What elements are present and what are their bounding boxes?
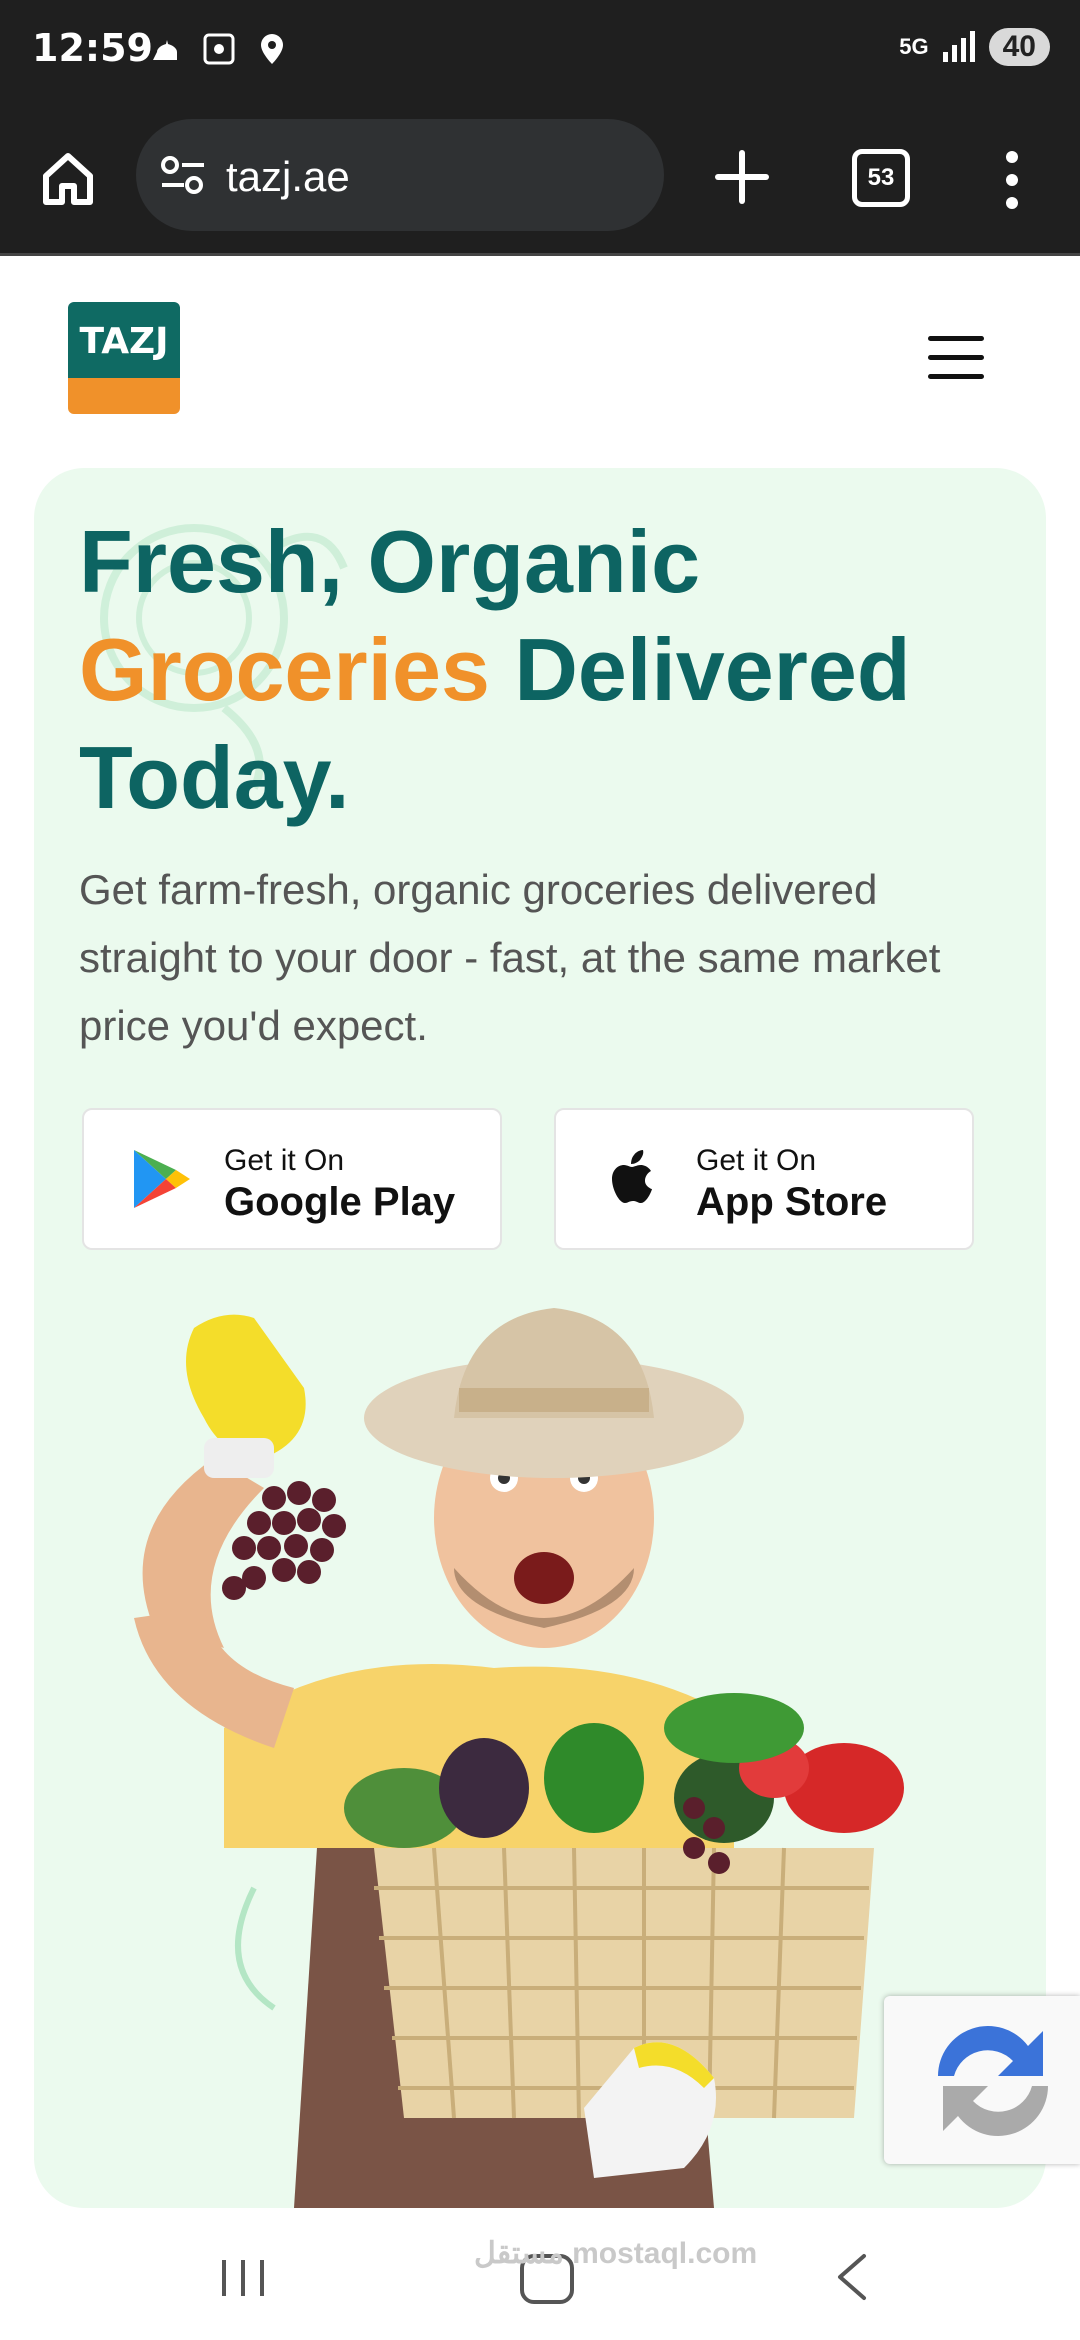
browser-toolbar: tazj.ae 53 xyxy=(0,105,1080,255)
google-play-button[interactable]: Get it On Google Play xyxy=(82,1108,502,1250)
url-text: tazj.ae xyxy=(226,153,350,200)
tab-count: 53 xyxy=(867,164,895,191)
site-header: TAZJ xyxy=(0,256,1080,466)
home-icon[interactable] xyxy=(38,148,98,208)
app-store-button[interactable]: Get it On App Store xyxy=(554,1108,974,1250)
more-vert-icon[interactable] xyxy=(1000,145,1024,215)
hero-section: Fresh, Organic Groceries Delivered Today… xyxy=(34,468,1046,2208)
mosque-icon xyxy=(153,40,177,60)
recaptcha-badge[interactable] xyxy=(884,1996,1080,2164)
google-play-icon xyxy=(134,1150,190,1208)
headline-part1: Fresh, Organic xyxy=(79,512,701,611)
location-icon xyxy=(261,34,283,64)
address-bar[interactable]: tazj.ae xyxy=(136,119,664,231)
app-store-label: App Store xyxy=(696,1180,888,1224)
signal-icon xyxy=(942,31,975,62)
status-bar: 12:59 5G 40 xyxy=(0,0,1080,105)
google-play-small: Get it On xyxy=(224,1144,345,1177)
back-icon[interactable] xyxy=(832,2252,872,2302)
google-play-label: Google Play xyxy=(224,1180,456,1224)
status-notification-icons xyxy=(150,32,286,66)
status-system-icons: 5G 40 xyxy=(899,28,1050,66)
tabs-icon[interactable]: 53 xyxy=(852,149,910,207)
system-navigation-bar: مستقل mostaql.com xyxy=(0,2208,1080,2340)
apple-icon xyxy=(612,1150,652,1203)
battery-indicator: 40 xyxy=(988,28,1050,66)
network-type: 5G xyxy=(899,34,929,59)
app-store-small: Get it On xyxy=(696,1144,817,1177)
screenshot-icon xyxy=(203,33,235,65)
recents-icon[interactable] xyxy=(218,2256,268,2300)
watermark-text: مستقل mostaql.com xyxy=(474,2237,758,2270)
tazj-logo[interactable]: TAZJ xyxy=(68,302,180,414)
logo-text: TAZJ xyxy=(68,302,180,378)
status-time: 12:59 xyxy=(32,26,153,70)
plus-icon[interactable] xyxy=(710,145,774,209)
farmer-with-vegetable-basket-image xyxy=(134,1308,904,2208)
hero-headline: Fresh, Organic Groceries Delivered Today… xyxy=(79,508,1019,832)
hero-subtitle: Get farm-fresh, organic groceries delive… xyxy=(79,866,941,1049)
recaptcha-icon xyxy=(938,2026,1048,2136)
tune-icon[interactable] xyxy=(160,155,206,195)
hamburger-icon[interactable] xyxy=(928,336,984,380)
headline-accent: Groceries xyxy=(79,620,490,719)
logo-accent xyxy=(68,378,180,414)
